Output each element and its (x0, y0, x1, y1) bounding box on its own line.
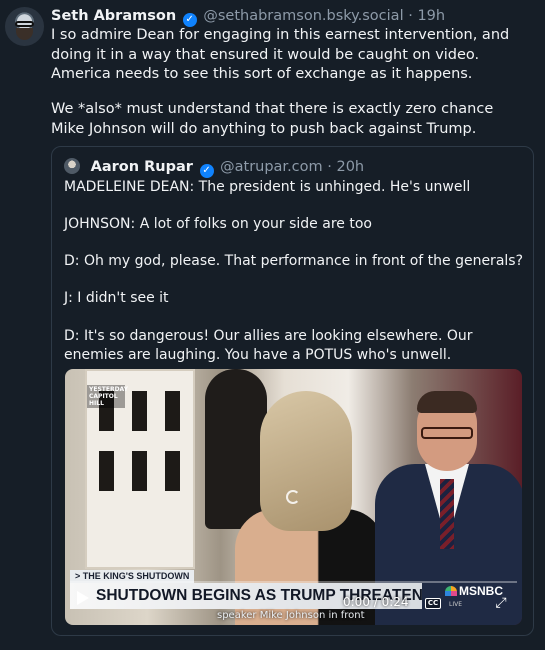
post-header: Seth Abramson ✓ @sethabramson.bsky.socia… (51, 6, 535, 27)
post-time[interactable]: 19h (417, 8, 445, 24)
quoted-text-line: JOHNSON: A lot of folks on your side are… (64, 216, 372, 232)
video-time: 0:00 / 0:24 (343, 595, 409, 609)
video-scene-tie (440, 479, 454, 549)
author-avatar[interactable] (5, 7, 44, 46)
quoted-text-line: D: Oh my god, please. That performance i… (64, 253, 524, 269)
quoted-post-time[interactable]: 20h (336, 159, 364, 175)
video-scene-statue (205, 369, 267, 529)
author-name[interactable]: Seth Abramson (51, 8, 176, 24)
video-scene-glasses (421, 427, 473, 439)
author-handle[interactable]: @sethabramson.bsky.social (203, 8, 403, 24)
video-caption: speaker Mike Johnson in front (217, 610, 365, 621)
live-label: LIVE (449, 601, 463, 608)
quoted-text-line: D: It's so dangerous! Our allies are loo… (64, 328, 473, 363)
time-separator: · (408, 8, 413, 24)
post: Seth Abramson ✓ @sethabramson.bsky.socia… (0, 0, 545, 650)
quoted-author-name[interactable]: Aaron Rupar (91, 159, 193, 175)
quoted-text-line: J: I didn't see it (64, 290, 169, 306)
peacock-icon (445, 586, 457, 596)
quoted-author-handle[interactable]: @atrupar.com (220, 159, 323, 175)
post-text-paragraph-2: We *also* must understand that there is … (51, 101, 494, 137)
video-scene-person-hair (260, 391, 352, 531)
quoted-text-line: MADELEINE DEAN: The president is unhinge… (64, 179, 471, 195)
quoted-post-header: Aaron Rupar ✓ @atrupar.com · 20h (64, 157, 364, 178)
quoted-post[interactable]: Aaron Rupar ✓ @atrupar.com · 20h MADELEI… (51, 146, 534, 636)
fullscreen-icon[interactable]: ⤢ (493, 595, 509, 611)
play-icon[interactable] (77, 591, 89, 605)
closed-captions-icon[interactable]: CC (425, 598, 441, 609)
video-player[interactable]: YESTERDAY CAPITOL HILL > THE KING'S SHUT… (65, 369, 522, 625)
post-text-paragraph-1: I so admire Dean for engaging in this ea… (51, 27, 510, 82)
quoted-author-avatar[interactable] (64, 158, 80, 174)
verified-check-icon: ✓ (182, 13, 197, 27)
quoted-time-separator: · (327, 159, 332, 175)
verified-check-icon: ✓ (199, 164, 214, 178)
loading-spinner-icon (286, 490, 300, 504)
video-location-tag: YESTERDAY CAPITOL HILL (87, 385, 128, 408)
video-scene-hair (417, 391, 477, 413)
